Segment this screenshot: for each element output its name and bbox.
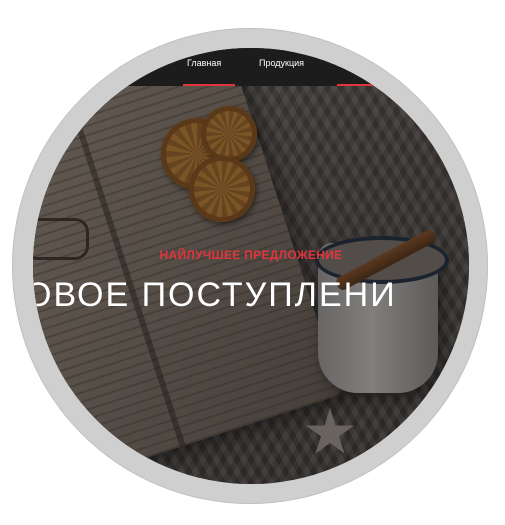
nav-link-home[interactable]: Главная	[187, 58, 221, 68]
hero-subtitle: НАЙЛУЧШЕЕ ПРЕДЛОЖЕНИЕ	[159, 248, 343, 262]
dark-overlay	[33, 48, 469, 484]
nav-active-underline-home	[183, 84, 235, 86]
hero-title: ОВОЕ ПОСТУПЛЕНИ	[33, 276, 397, 314]
nav-active-underline-partial	[337, 84, 387, 86]
hero-background-image	[33, 48, 469, 484]
nav-link-products[interactable]: Продукция	[259, 58, 304, 68]
navbar: Главная Продукция	[33, 48, 469, 86]
magnified-view: Главная Продукция НАЙЛУЧШЕЕ ПРЕДЛОЖЕНИЕ …	[33, 48, 469, 484]
